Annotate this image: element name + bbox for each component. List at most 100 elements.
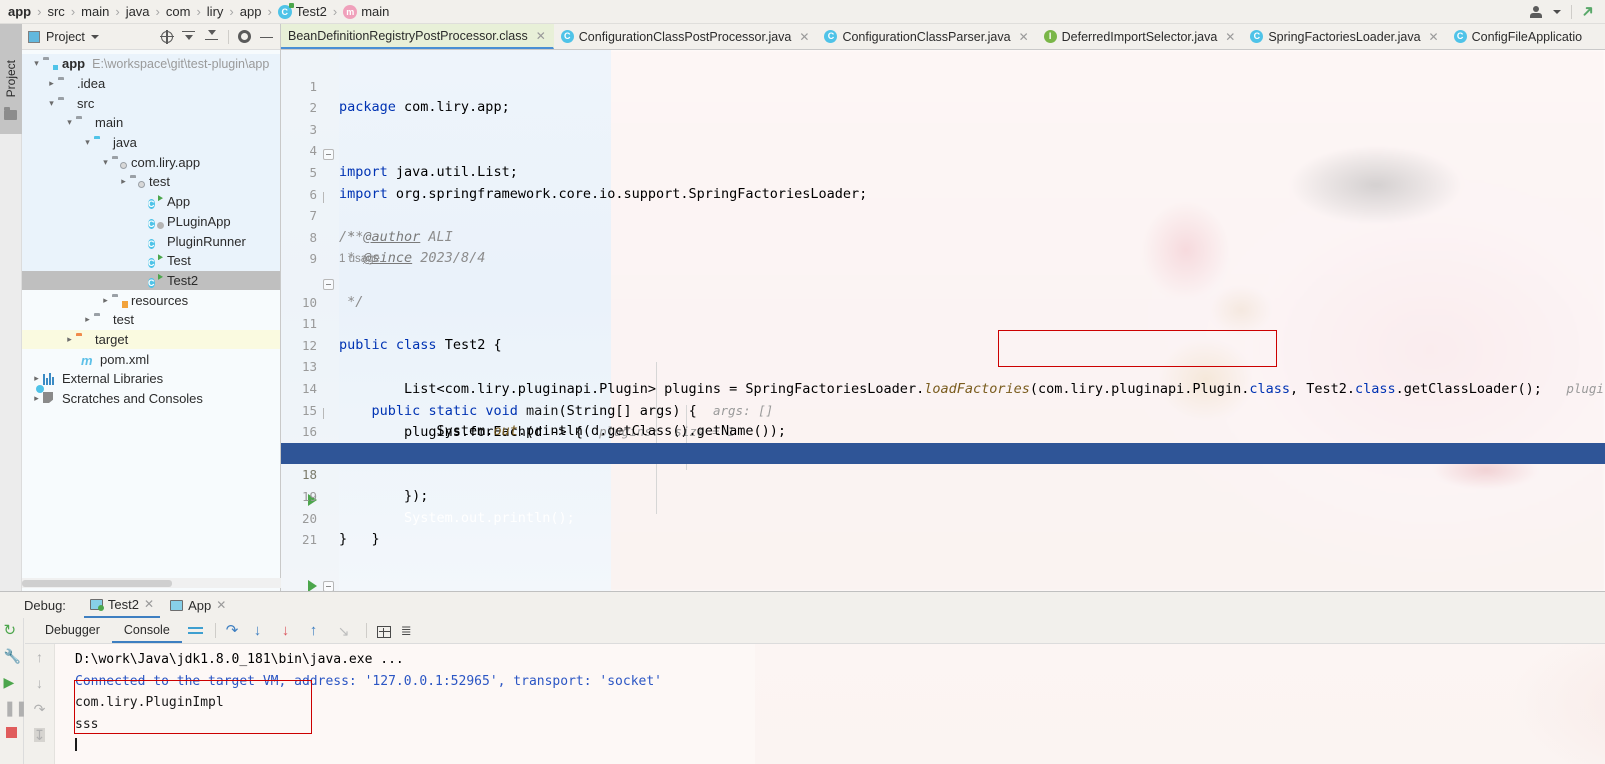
step-out-icon[interactable]: ↑ — [310, 622, 328, 639]
close-icon[interactable]: ✕ — [216, 598, 226, 612]
rerun-icon[interactable]: ↻ — [4, 623, 20, 639]
tree-item-test-folder[interactable]: test — [22, 310, 280, 330]
tree-item-app[interactable]: app E:\workspace\git\test-plugin\app — [22, 54, 280, 74]
pause-program-icon[interactable]: ❚❚ — [4, 701, 28, 717]
breadcrumb-item-java[interactable]: java — [126, 4, 150, 19]
editor-tab-spring-factories-loader[interactable]: C SpringFactoriesLoader.java ✕ — [1243, 24, 1446, 49]
tree-item-java[interactable]: java — [22, 132, 280, 153]
chevron-down-icon[interactable] — [99, 157, 112, 168]
chevron-down-icon[interactable] — [81, 137, 94, 148]
project-panel-hscrollbar[interactable] — [22, 578, 281, 588]
settings-gear-icon[interactable] — [238, 30, 251, 43]
run-gutter-icon[interactable] — [308, 580, 320, 591]
breadcrumb-item-app2[interactable]: app — [240, 4, 262, 19]
breadcrumb-item-main-method[interactable]: m main — [343, 4, 389, 19]
resume-program-icon[interactable]: ▶ — [4, 675, 20, 691]
breadcrumb-item-src[interactable]: src — [47, 4, 64, 19]
scroll-down-icon[interactable]: ↓ — [36, 676, 43, 690]
java-class-runnable-icon: C — [148, 199, 155, 210]
chevron-right-icon[interactable] — [30, 393, 43, 404]
chevron-down-icon[interactable] — [45, 98, 58, 109]
breadcrumb-item-liry[interactable]: liry — [207, 4, 224, 19]
arrow-up-green-icon[interactable]: ➜ — [1577, 0, 1599, 22]
chevron-right-icon[interactable] — [99, 295, 112, 306]
mute-breakpoints-icon[interactable] — [187, 623, 205, 639]
hide-icon[interactable] — [260, 30, 274, 44]
tree-item-label: main — [95, 115, 124, 131]
editor-tab-configuration-class-parser[interactable]: C ConfigurationClassParser.java ✕ — [817, 24, 1036, 49]
editor-tab-bean-definition-registry-post-processor[interactable]: BeanDefinitionRegistryPostProcessor.clas… — [281, 24, 554, 49]
breadcrumb-item-test2[interactable]: C Test2 — [277, 2, 327, 19]
tree-item-package-test[interactable]: test — [22, 172, 280, 192]
tree-item-Test2[interactable]: C Test2 — [22, 270, 280, 291]
debug-session-tab-app[interactable]: App ✕ — [164, 593, 232, 618]
chevron-down-icon[interactable] — [63, 117, 76, 128]
maven-icon: m — [81, 352, 93, 368]
code-editor[interactable]: 1 package com.liry.app; 2 3 import java.… — [281, 50, 1605, 591]
tree-item-src[interactable]: src — [22, 93, 280, 114]
close-icon[interactable]: ✕ — [1019, 30, 1029, 44]
chevron-right-icon[interactable] — [30, 373, 43, 384]
chevron-right-icon[interactable] — [45, 78, 58, 89]
code-lines: 1 package com.liry.app; 2 3 import java.… — [281, 50, 1605, 591]
layout-settings-icon[interactable]: ≣ — [401, 623, 419, 639]
editor-tab-deferred-import-selector[interactable]: I DeferredImportSelector.java ✕ — [1037, 24, 1244, 49]
tree-item-main[interactable]: main — [22, 113, 280, 133]
breadcrumb: app › src › main › java › com › liry › a… — [0, 0, 1605, 24]
run-to-cursor-icon[interactable]: ↘ — [338, 623, 356, 639]
close-icon[interactable]: ✕ — [536, 29, 546, 43]
breadcrumb-item-main[interactable]: main — [81, 4, 109, 19]
chevron-down-icon[interactable] — [90, 34, 99, 39]
tree-item-package-com-liry-app[interactable]: com.liry.app — [22, 152, 280, 173]
user-icon[interactable] — [1529, 5, 1543, 19]
breadcrumb-item-com[interactable]: com — [166, 4, 191, 19]
close-icon[interactable]: ✕ — [1225, 30, 1235, 44]
scrollbar-thumb[interactable] — [22, 580, 172, 587]
tree-item-Test[interactable]: C Test — [22, 250, 280, 271]
step-into-icon[interactable]: ↓ — [254, 622, 272, 639]
usage-hint[interactable]: 1 usage — [339, 253, 380, 265]
soft-wrap-icon[interactable]: ↷ — [34, 702, 46, 716]
expand-all-icon[interactable] — [205, 29, 219, 44]
code-line-11: 11 — [281, 292, 1605, 331]
close-icon[interactable]: ✕ — [799, 30, 809, 44]
tree-item-label: test — [113, 312, 134, 328]
chevron-down-icon[interactable] — [1552, 9, 1561, 14]
code-line-13: 13 List<com.liry.pluginapi.Plugin> plugi… — [281, 335, 1605, 397]
tree-item-PluginRunner[interactable]: C PluginRunner — [22, 231, 280, 251]
chevron-right-icon[interactable] — [81, 314, 94, 325]
tree-item-idea[interactable]: .idea — [22, 73, 280, 94]
debug-session-tab-test2[interactable]: Test2 ✕ — [83, 593, 161, 618]
tree-item-PLuginApp[interactable]: C PLuginApp — [22, 211, 280, 232]
breadcrumb-item-app[interactable]: app — [8, 4, 31, 19]
tree-item-resources[interactable]: resources — [22, 290, 280, 310]
java-class-icon: C — [148, 238, 155, 249]
settings-wrench-icon[interactable]: 🔧 — [4, 649, 21, 665]
evaluate-expression-icon[interactable] — [376, 625, 391, 638]
tree-item-pom-xml[interactable]: m pom.xml — [22, 349, 280, 369]
chevron-right-icon[interactable] — [117, 176, 130, 187]
tree-item-target[interactable]: target — [22, 329, 280, 350]
collapse-all-icon[interactable] — [182, 30, 196, 44]
tab-debugger[interactable]: Debugger — [33, 618, 112, 643]
console-output[interactable]: D:\work\Java\jdk1.8.0_181\bin\java.exe .… — [55, 644, 1605, 764]
tree-item-external-libraries[interactable]: External Libraries — [22, 369, 280, 389]
locate-icon[interactable] — [160, 29, 174, 44]
editor-tab-configuration-class-post-processor[interactable]: C ConfigurationClassPostProcessor.java ✕ — [554, 24, 818, 49]
stop-icon[interactable] — [6, 727, 17, 738]
fold-collapse-icon[interactable] — [323, 581, 334, 591]
close-icon[interactable]: ✕ — [1429, 30, 1439, 44]
tree-item-App[interactable]: C App — [22, 191, 280, 212]
tab-console[interactable]: Console — [111, 618, 182, 643]
step-over-icon[interactable]: ↷ — [226, 622, 244, 639]
force-step-into-icon[interactable]: ↓ — [282, 622, 300, 639]
breadcrumb-separator-icon: › — [155, 4, 160, 19]
scroll-to-end-icon[interactable]: ↧ — [33, 728, 46, 742]
chevron-down-icon[interactable] — [30, 58, 43, 69]
tree-item-scratches-and-consoles[interactable]: Scratches and Consoles — [22, 389, 280, 409]
editor-tab-config-file-application[interactable]: C ConfigFileApplicatio — [1447, 24, 1590, 49]
scroll-up-icon[interactable]: ↑ — [36, 650, 43, 664]
chevron-right-icon[interactable] — [63, 334, 76, 345]
close-icon[interactable]: ✕ — [144, 597, 154, 611]
editor-tab-bar: BeanDefinitionRegistryPostProcessor.clas… — [281, 24, 1605, 50]
